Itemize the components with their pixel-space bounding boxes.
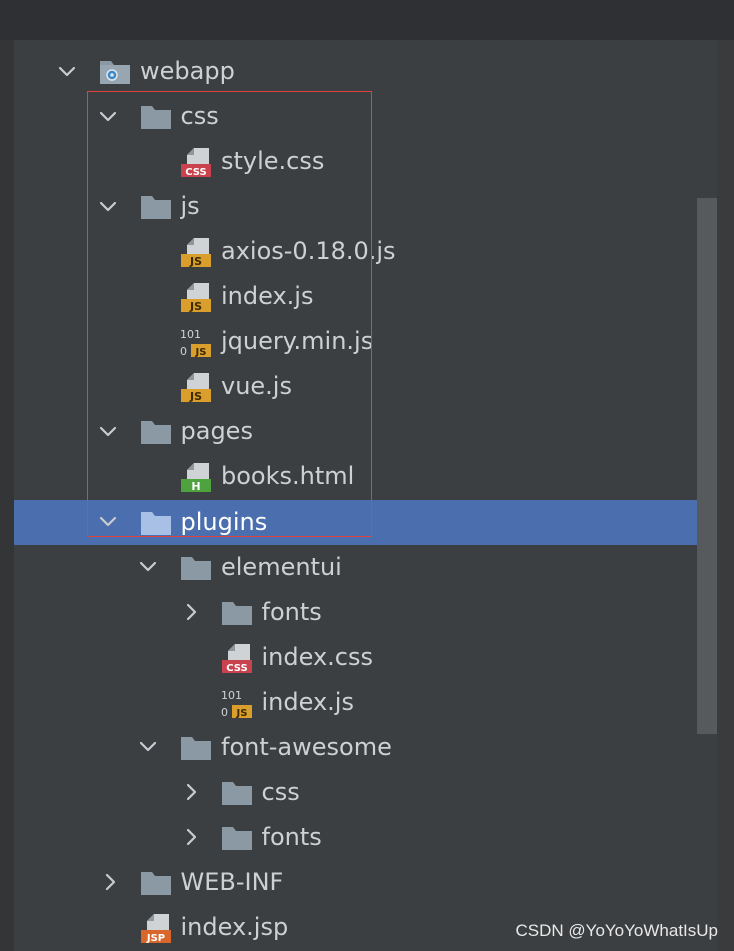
tree-item-books-html[interactable]: Hbooks.html	[0, 454, 734, 499]
chevron-down-icon[interactable]	[139, 725, 157, 770]
folder-icon	[220, 821, 254, 855]
chevron-down-icon[interactable]	[99, 184, 117, 229]
web-folder-icon	[98, 55, 132, 89]
tree-item-label: books.html	[221, 462, 355, 491]
chevron-down-icon[interactable]	[139, 545, 157, 590]
chevron-down-icon[interactable]	[99, 94, 117, 139]
folder-icon	[220, 776, 254, 810]
folder-icon	[139, 100, 173, 134]
tree-item-label: index.js	[261, 687, 354, 716]
vertical-scrollbar[interactable]	[697, 198, 717, 734]
watermark-text: CSDN @YoYoYoWhatIsUp	[515, 921, 718, 940]
tree-item-label: fonts	[261, 822, 322, 851]
svg-text:JS: JS	[189, 300, 202, 313]
minified-js-file-icon: 101 0 JS	[220, 686, 254, 720]
svg-text:0: 0	[180, 345, 187, 358]
chevron-down-icon[interactable]	[58, 49, 76, 94]
jsp-file-icon: JSP	[139, 911, 173, 945]
svg-text:CSS: CSS	[226, 663, 247, 674]
folder-icon	[179, 731, 213, 765]
chevron-right-icon[interactable]	[183, 815, 201, 860]
tree-item-axios-0-18-0-js[interactable]: JS axios-0.18.0.js	[0, 229, 734, 274]
minified-js-file-icon: 101 0 JS	[179, 325, 213, 359]
chevron-right-icon[interactable]	[183, 770, 201, 815]
tree-item-webapp[interactable]: webapp	[0, 49, 734, 94]
tree-item-css[interactable]: css	[0, 770, 734, 815]
svg-text:CSS: CSS	[185, 167, 206, 178]
folder-icon	[139, 866, 173, 900]
js-file-icon: JS	[179, 370, 213, 404]
tree-item-label: index.js	[221, 282, 314, 311]
svg-text:H: H	[191, 480, 200, 493]
svg-text:101: 101	[221, 689, 242, 702]
tree-item-elementui[interactable]: elementui	[0, 545, 734, 590]
tree-item-web-inf[interactable]: WEB-INF	[0, 860, 734, 905]
tree-item-label: index.jsp	[180, 912, 289, 941]
tree-item-label: css	[180, 102, 219, 131]
css-file-icon: CSS	[179, 145, 213, 179]
folder-icon	[139, 190, 173, 224]
tree-item-label: jquery.min.js	[221, 327, 374, 356]
svg-text:JS: JS	[189, 390, 202, 403]
tree-item-label: css	[261, 777, 300, 806]
svg-text:101: 101	[180, 328, 201, 341]
tree-item-index-js[interactable]: JS index.js	[0, 274, 734, 319]
tree-item-js[interactable]: js	[0, 184, 734, 229]
tree-item-font-awesome[interactable]: font-awesome	[0, 725, 734, 770]
chevron-right-icon[interactable]	[102, 860, 120, 905]
tree-item-index-js[interactable]: 101 0 JS index.js	[0, 680, 734, 725]
tree-item-label: elementui	[221, 552, 342, 581]
folder-icon	[220, 596, 254, 630]
tree-item-label: pages	[180, 417, 253, 446]
tree-item-pages[interactable]: pages	[0, 409, 734, 454]
svg-text:JS: JS	[195, 347, 207, 358]
tree-item-label: fonts	[261, 597, 322, 626]
tree-item-vue-js[interactable]: JS vue.js	[0, 364, 734, 409]
tree-item-fonts[interactable]: fonts	[0, 815, 734, 860]
folder-icon	[179, 551, 213, 585]
folder-icon	[139, 415, 173, 449]
svg-text:JS: JS	[189, 255, 202, 268]
tree-item-style-css[interactable]: CSS style.css	[0, 139, 734, 184]
tree-item-label: webapp	[140, 57, 235, 85]
css-file-icon: CSS	[220, 641, 254, 675]
tree-item-fonts[interactable]: fonts	[0, 590, 734, 635]
tree-item-index-css[interactable]: CSS index.css	[0, 635, 734, 680]
folder-icon	[139, 506, 173, 540]
top-bar	[0, 0, 734, 40]
tree-item-label: index.css	[261, 642, 374, 671]
chevron-right-icon[interactable]	[183, 590, 201, 635]
js-file-icon: JS	[179, 280, 213, 314]
svg-text:JS: JS	[235, 708, 247, 719]
tree-item-plugins[interactable]: plugins	[14, 499, 717, 545]
tree-item-label: vue.js	[221, 372, 292, 401]
tree-item-label: font-awesome	[221, 732, 392, 761]
html-file-icon: H	[179, 460, 213, 494]
tree-item-label: style.css	[221, 147, 325, 176]
js-file-icon: JS	[179, 235, 213, 269]
tree-item-label: axios-0.18.0.js	[221, 237, 396, 266]
tree-item-label: WEB-INF	[180, 867, 284, 896]
tree-item-label: js	[180, 192, 200, 221]
svg-text:JSP: JSP	[145, 933, 164, 944]
tree-item-css[interactable]: css	[0, 94, 734, 139]
chevron-down-icon[interactable]	[99, 409, 117, 454]
panel-right-edge	[717, 40, 734, 951]
tree-item-label: plugins	[180, 507, 268, 536]
chevron-down-icon[interactable]	[99, 500, 117, 545]
svg-text:0: 0	[221, 706, 228, 719]
tree-item-jquery-min-js[interactable]: 101 0 JS jquery.min.js	[0, 319, 734, 364]
